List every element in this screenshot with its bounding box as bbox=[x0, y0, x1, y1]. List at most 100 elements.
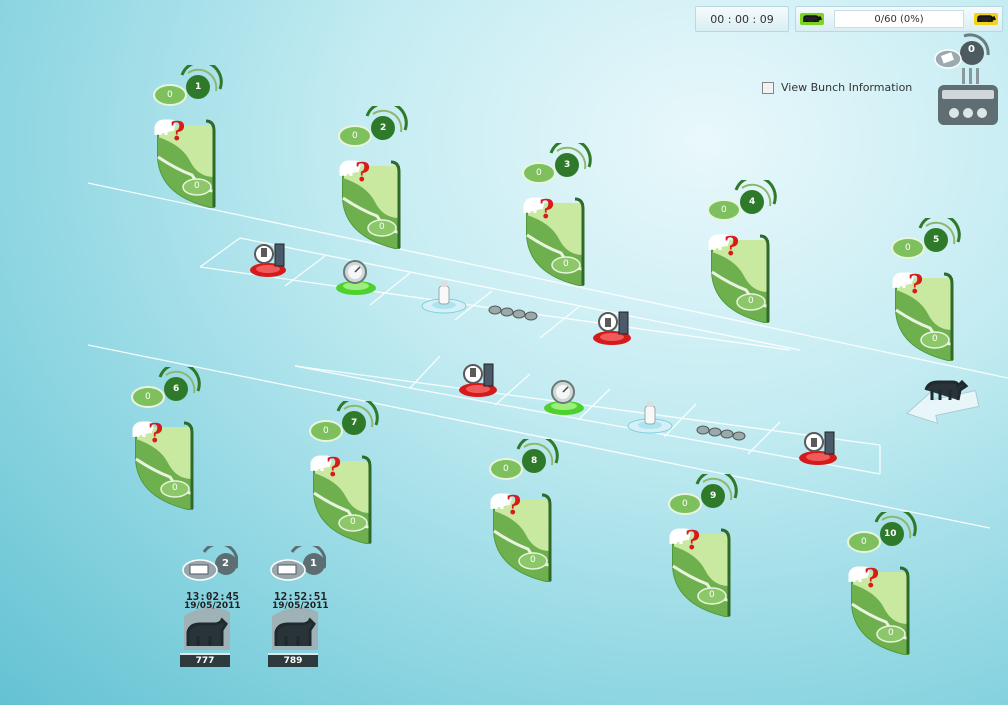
dispenser-id: 789 bbox=[268, 653, 318, 667]
cow-pen-icon bbox=[668, 474, 738, 617]
pen-number: 6 bbox=[173, 384, 180, 394]
question-mark-icon: ? bbox=[724, 232, 740, 262]
pen-badge-value: 0 bbox=[721, 205, 727, 215]
load-station-1[interactable] bbox=[590, 308, 650, 348]
dispenser-1[interactable]: 1 12:52:51 19/05/2011 789 bbox=[266, 542, 329, 674]
load-icon bbox=[799, 431, 837, 465]
progress-text: 0/60 (0%) bbox=[874, 13, 924, 25]
pen-value: 0 bbox=[748, 296, 754, 306]
pen-badge-value: 0 bbox=[167, 90, 173, 100]
pen-badge-value: 0 bbox=[145, 392, 151, 402]
cow-pen-icon bbox=[522, 143, 592, 286]
pen-number: 4 bbox=[749, 197, 756, 207]
pen-badge-value: 0 bbox=[323, 426, 329, 436]
conditioner-count: 0 bbox=[968, 44, 975, 55]
pen-value: 0 bbox=[530, 555, 536, 565]
pen-badge-value: 0 bbox=[905, 243, 911, 253]
view-bunch-label: View Bunch Information bbox=[781, 81, 913, 94]
pen-4[interactable]: 4 0? 0 bbox=[706, 180, 781, 330]
progress-panel: 0/60 (0%) bbox=[795, 6, 1003, 32]
conditioner-device[interactable]: 0 bbox=[934, 33, 1000, 128]
rollers-icon bbox=[696, 425, 746, 441]
cow-pen-icon bbox=[131, 367, 201, 510]
pen-value: 0 bbox=[563, 259, 569, 269]
milk-bottle-icon bbox=[627, 401, 673, 434]
dispenser-2[interactable]: 2 13:02:45 19/05/2011 777 bbox=[178, 542, 241, 674]
pen-badge-value: 0 bbox=[352, 131, 358, 141]
pen-number: 2 bbox=[380, 123, 387, 133]
question-mark-icon: ? bbox=[326, 453, 342, 483]
cow-finish-icon bbox=[974, 13, 998, 25]
pen-value: 0 bbox=[194, 181, 200, 191]
question-mark-icon: ? bbox=[170, 117, 186, 147]
pen-badge-value: 0 bbox=[861, 537, 867, 547]
entry-arrow-icon bbox=[905, 379, 980, 425]
cow-pen-icon bbox=[891, 218, 961, 361]
pen-number: 7 bbox=[351, 418, 358, 428]
pen-number: 10 bbox=[884, 529, 897, 539]
question-mark-icon: ? bbox=[908, 270, 924, 300]
milk-station-2[interactable] bbox=[624, 396, 684, 436]
pen-number: 3 bbox=[564, 160, 571, 170]
pen-badge-value: 0 bbox=[536, 168, 542, 178]
progress-bar: 0/60 (0%) bbox=[834, 10, 964, 28]
pen-number: 8 bbox=[531, 456, 538, 466]
cow-pen-icon bbox=[338, 106, 408, 249]
question-mark-icon: ? bbox=[685, 526, 701, 556]
view-bunch-toggle[interactable]: View Bunch Information bbox=[762, 81, 912, 94]
pen-value: 0 bbox=[932, 334, 938, 344]
simulation-stage: 00 : 00 : 09 0/60 (0%) View Bunch Inform… bbox=[0, 0, 1008, 705]
unload-station-2[interactable] bbox=[456, 360, 516, 400]
question-mark-icon: ? bbox=[864, 564, 880, 594]
question-mark-icon: ? bbox=[148, 419, 164, 449]
pen-7[interactable]: 7 0? 0 bbox=[308, 401, 383, 551]
scale-station-1[interactable] bbox=[333, 258, 393, 298]
unload-icon bbox=[250, 243, 286, 277]
pen-8[interactable]: 8 0? 0 bbox=[488, 439, 563, 589]
dispenser-tag: 2 bbox=[222, 558, 229, 569]
pen-2[interactable]: 2 0? 0 bbox=[337, 106, 412, 256]
pen-value: 0 bbox=[350, 517, 356, 527]
pen-10[interactable]: 10 0? 0 bbox=[846, 512, 921, 662]
pen-badge-value: 0 bbox=[682, 499, 688, 509]
pen-5[interactable]: 5 0? 0 bbox=[890, 218, 965, 368]
pen-value: 0 bbox=[379, 222, 385, 232]
milk-bottle-icon bbox=[421, 281, 467, 314]
question-mark-icon: ? bbox=[539, 195, 555, 225]
unload-station-1[interactable] bbox=[248, 240, 308, 280]
scale-station-2[interactable] bbox=[541, 378, 601, 418]
view-bunch-checkbox[interactable] bbox=[762, 81, 774, 94]
pen-9[interactable]: 9 0? 0 bbox=[667, 474, 742, 624]
pen-3[interactable]: 3 0? 0 bbox=[521, 143, 596, 293]
dispenser-tag: 1 bbox=[310, 558, 317, 569]
cow-progress-icon bbox=[800, 13, 824, 25]
pen-value: 0 bbox=[888, 628, 894, 638]
load-station-2[interactable] bbox=[796, 428, 856, 468]
dispenser-date: 19/05/2011 bbox=[184, 601, 241, 611]
roller-station-1[interactable] bbox=[488, 298, 548, 338]
cow-pen-icon bbox=[153, 65, 223, 208]
roller-station-2[interactable] bbox=[696, 420, 756, 460]
scale-icon bbox=[544, 380, 584, 415]
question-mark-icon: ? bbox=[506, 491, 522, 521]
unload-icon bbox=[459, 363, 497, 397]
elapsed-timer: 00 : 00 : 09 bbox=[695, 6, 789, 32]
dispenser-id: 777 bbox=[180, 653, 230, 667]
pen-1[interactable]: 1 0? 0 bbox=[152, 65, 227, 215]
question-mark-icon: ? bbox=[355, 158, 371, 188]
cow-pen-icon bbox=[489, 439, 559, 582]
cow-pen-icon bbox=[309, 401, 379, 544]
dispenser-date: 19/05/2011 bbox=[272, 601, 329, 611]
cow-pen-icon bbox=[707, 180, 777, 323]
rollers-icon bbox=[488, 305, 538, 321]
load-icon bbox=[593, 311, 631, 345]
entry-arrow[interactable] bbox=[904, 376, 982, 431]
pen-number: 9 bbox=[710, 491, 717, 501]
pen-value: 0 bbox=[709, 590, 715, 600]
pen-6[interactable]: 6 0? 0 bbox=[130, 367, 205, 517]
scale-icon bbox=[336, 260, 376, 295]
milk-station-1[interactable] bbox=[416, 276, 476, 316]
pen-number: 1 bbox=[195, 82, 202, 92]
conditioner-icon bbox=[934, 33, 998, 125]
pen-number: 5 bbox=[933, 235, 940, 245]
